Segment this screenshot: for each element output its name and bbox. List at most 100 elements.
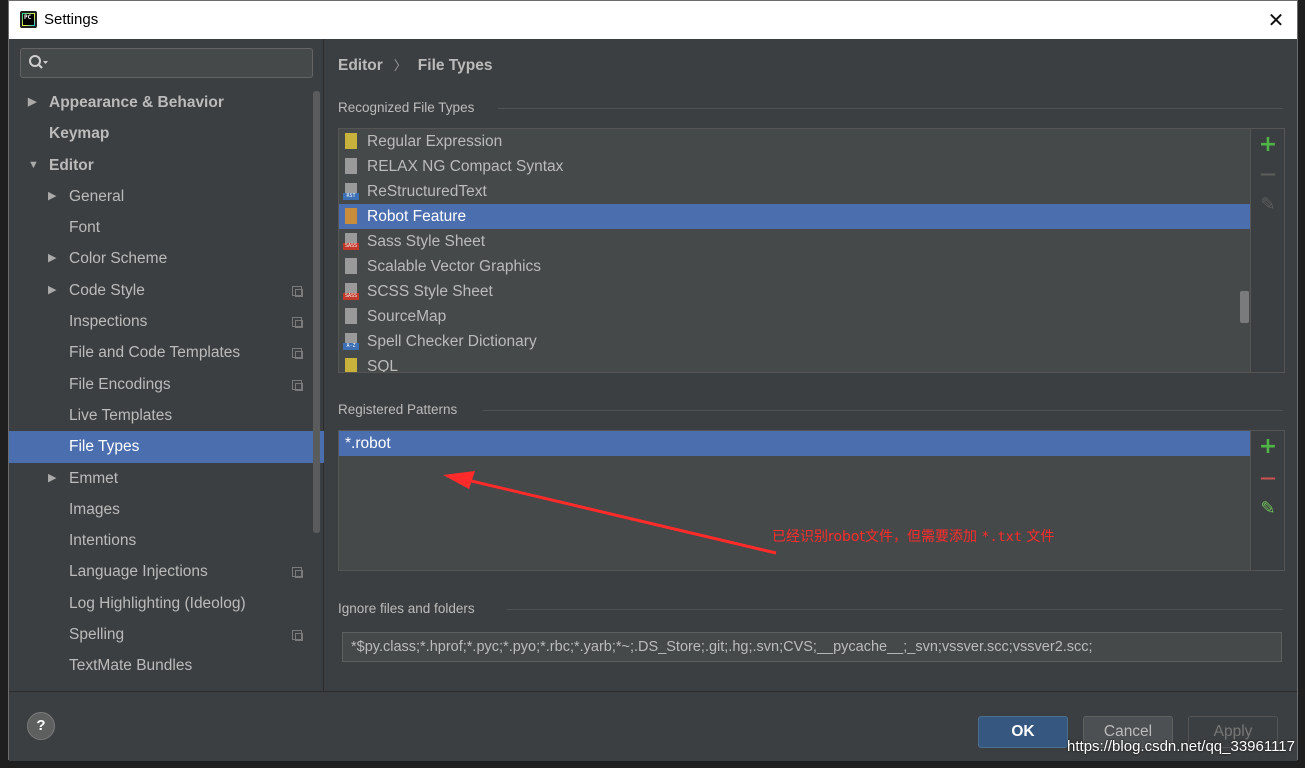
project-scope-icon [292,285,303,297]
sidebar-item-intentions[interactable]: Intentions [9,525,324,556]
file-type-row[interactable]: SQL [339,354,1251,372]
collapsed-arrow-icon[interactable]: ▶ [48,275,56,306]
file-badge: A-Z [343,343,359,350]
sidebar-item-language-injections[interactable]: Language Injections [9,556,324,587]
sidebar-item-textmate-bundles[interactable]: TextMate Bundles [9,650,324,681]
dictionary-file-icon: A-Z [343,333,359,350]
sidebar-item-font[interactable]: Font [9,212,324,243]
file-type-row[interactable]: Regular Expression [339,129,1251,154]
sidebar-item-general[interactable]: ▶ General [9,181,324,212]
window-title: Settings [44,11,99,28]
file-badge: SASS [343,243,359,250]
sidebar-item-inspections[interactable]: Inspections [9,306,324,337]
rst-file-icon: RST [343,183,359,200]
file-type-row[interactable]: A-Z Spell Checker Dictionary [339,329,1251,354]
remove-pattern-button[interactable]: — [1258,468,1278,488]
sidebar-item-images[interactable]: Images [9,494,324,525]
sidebar-item-label: Log Highlighting (Ideolog) [69,594,246,612]
patterns-toolbar: + — ✎ [1250,431,1284,570]
recognized-scrollbar[interactable] [1240,291,1249,323]
settings-window: PC Settings ✕ ▶ Appearance & Behavior Keym… [8,0,1298,761]
regex-file-icon [343,133,359,150]
file-type-label: ReStructuredText [367,183,487,200]
file-type-label: Spell Checker Dictionary [367,333,537,350]
close-icon[interactable]: ✕ [1263,7,1289,33]
annotation-code: *.txt [981,529,1023,545]
file-type-label: SourceMap [367,308,447,325]
collapsed-arrow-icon[interactable]: ▶ [48,463,56,494]
file-type-row[interactable]: SASS SCSS Style Sheet [339,279,1251,304]
sidebar-item-code-style[interactable]: ▶ Code Style [9,275,324,306]
sidebar-item-label: Language Injections [69,563,208,581]
file-type-row[interactable]: SASS Sass Style Sheet [339,229,1251,254]
sidebar-item-file-encodings[interactable]: File Encodings [9,369,324,400]
ok-button[interactable]: OK [978,716,1068,748]
ignore-files-input[interactable]: *$py.class;*.hprof;*.pyc;*.pyo;*.rbc;*.y… [342,632,1282,662]
file-badge: SASS [343,293,359,300]
svg-file-icon [343,258,359,275]
project-scope-icon [292,379,303,391]
settings-sidebar: ▶ Appearance & Behavior Keymap ▼ Editor ▶ Gene… [9,39,324,691]
settings-tree: ▶ Appearance & Behavior Keymap ▼ Editor ▶ Gene… [9,87,324,682]
remove-file-type-button[interactable]: — [1258,164,1278,184]
add-file-type-button[interactable]: + [1258,134,1278,156]
file-type-row[interactable]: RST ReStructuredText [339,179,1251,204]
registered-patterns-list: *.robot + — ✎ [338,430,1285,571]
breadcrumb-parent[interactable]: Editor [338,57,383,74]
ignore-divider [507,609,1283,610]
file-types-panel: Editor 〉 File Types Recognized File Types … [325,39,1297,691]
search-input[interactable] [53,52,303,74]
pattern-row[interactable]: *.robot [339,431,1251,456]
sidebar-item-label: Intentions [69,532,137,550]
file-type-label: RELAX NG Compact Syntax [367,158,564,175]
sidebar-item-label: Editor [49,156,94,174]
sidebar-item-emmet[interactable]: ▶ Emmet [9,463,324,494]
file-type-label: Scalable Vector Graphics [367,258,542,275]
file-type-row[interactable]: Robot Feature [339,204,1251,229]
file-type-row[interactable]: RELAX NG Compact Syntax [339,154,1251,179]
file-type-label: Regular Expression [367,133,503,150]
sidebar-item-log-highlighting-ideolog[interactable]: Log Highlighting (Ideolog) [9,588,324,619]
sidebar-item-label: Inspections [69,313,148,331]
ignore-files-title: Ignore files and folders [338,601,475,616]
sidebar-item-label: File Types [69,438,140,456]
sidebar-item-editor[interactable]: ▼ Editor [9,150,324,181]
sidebar-item-file-and-code-templates[interactable]: File and Code Templates [9,337,324,368]
search-box[interactable] [20,48,313,78]
project-scope-icon [292,630,303,642]
sidebar-item-keymap[interactable]: Keymap [9,118,324,149]
rnc-file-icon [343,158,359,175]
project-scope-icon [292,567,303,579]
collapsed-arrow-icon[interactable]: ▶ [48,181,56,212]
sidebar-scrollbar[interactable] [313,91,320,533]
sidebar-item-spelling[interactable]: Spelling [9,619,324,650]
file-type-row[interactable]: Scalable Vector Graphics [339,254,1251,279]
sidebar-item-label: File and Code Templates [69,344,241,362]
sidebar-item-live-templates[interactable]: Live Templates [9,400,324,431]
sidebar-item-color-scheme[interactable]: ▶ Color Scheme [9,243,324,274]
file-badge: RST [343,193,359,200]
expanded-arrow-icon[interactable]: ▼ [28,150,39,181]
edit-pattern-button[interactable]: ✎ [1258,499,1278,519]
breadcrumb-separator-icon: 〉 [393,58,407,73]
sidebar-item-file-types[interactable]: File Types [9,431,324,463]
add-pattern-button[interactable]: + [1258,436,1278,458]
collapsed-arrow-icon[interactable]: ▶ [48,243,56,274]
edit-file-type-button[interactable]: ✎ [1258,195,1278,215]
sidebar-item-appearance-behavior[interactable]: ▶ Appearance & Behavior [9,87,324,118]
help-button[interactable]: ? [27,712,55,740]
sidebar-item-label: Keymap [49,125,110,143]
sidebar-item-label: Appearance & Behavior [49,94,224,111]
registered-patterns-title: Registered Patterns [338,402,458,417]
title-bar: PC Settings ✕ [9,1,1297,39]
file-page-shape [345,133,357,149]
sidebar-item-label: Spelling [69,626,125,644]
sidebar-item-label: General [69,187,125,205]
file-type-label: Robot Feature [367,208,467,225]
sidebar-item-label: Font [69,219,101,237]
annotation-text: 已经识别robot文件，但需要添加 [772,529,982,545]
file-type-label: Sass Style Sheet [367,233,486,250]
file-type-row[interactable]: SourceMap [339,304,1251,329]
file-type-label: SCSS Style Sheet [367,283,493,300]
collapsed-arrow-icon[interactable]: ▶ [28,87,36,118]
